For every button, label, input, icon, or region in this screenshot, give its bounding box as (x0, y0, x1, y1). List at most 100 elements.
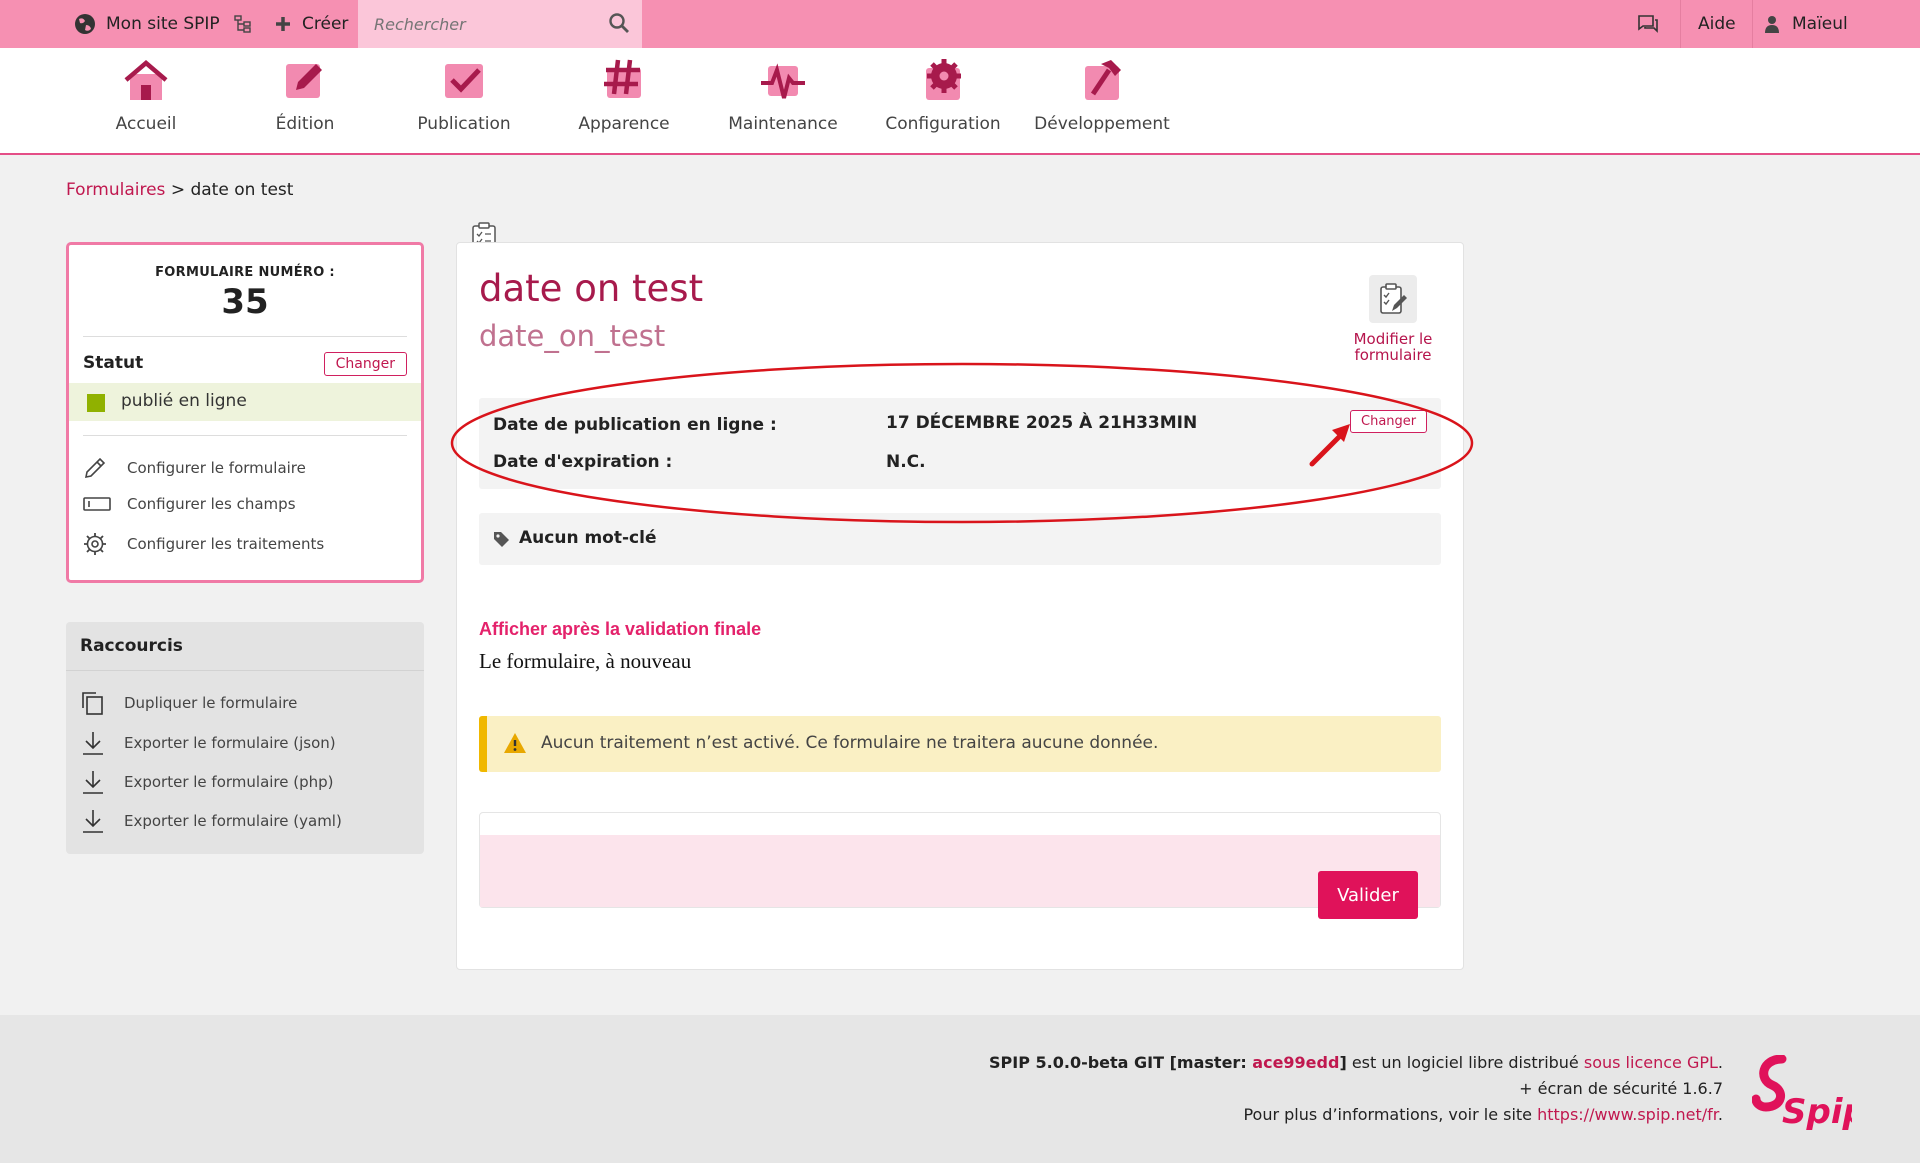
annotation-arrow (1309, 424, 1350, 467)
search-box (358, 0, 642, 48)
duplicate-form-link[interactable]: Dupliquer le formulaire (80, 690, 297, 716)
nav-label: Maintenance (728, 114, 838, 134)
spip-site-link[interactable]: https://www.spip.net/fr (1537, 1105, 1718, 1124)
nav-label: Configuration (885, 114, 1001, 134)
chat-icon (1638, 15, 1658, 33)
page-title: date on test (479, 267, 704, 310)
export-yaml-link[interactable]: Exporter le formulaire (yaml) (80, 808, 342, 834)
configure-form-link[interactable]: Configurer le formulaire (83, 456, 306, 480)
warning-message: Aucun traitement n’est activé. Ce formul… (479, 716, 1441, 772)
export-json-link[interactable]: Exporter le formulaire (json) (80, 730, 336, 756)
help-label: Aide (1698, 14, 1736, 34)
spip-logo-text: Spip (1782, 1092, 1852, 1132)
nav-apparence[interactable]: Apparence (554, 58, 694, 134)
divider (66, 670, 424, 671)
footer-period: . (1717, 1053, 1723, 1072)
form-number: 35 (221, 282, 269, 322)
user-name: Maïeul (1792, 14, 1848, 34)
help-link[interactable]: Aide (1698, 0, 1736, 48)
shortcut-label: Exporter le formulaire (php) (124, 773, 334, 791)
configure-treatments-link[interactable]: Configurer les traitements (83, 532, 324, 556)
separator (1752, 0, 1753, 48)
plus-icon (276, 17, 290, 31)
shortcuts-title: Raccourcis (80, 636, 183, 656)
nav-label: Publication (417, 114, 511, 134)
keywords-text: Aucun mot-clé (519, 528, 657, 548)
site-link[interactable]: Mon site SPIP (74, 0, 220, 48)
nav-configuration[interactable]: Configuration (873, 58, 1013, 134)
field-icon (83, 497, 111, 511)
edit-form-button[interactable]: Modifier le formulaire (1343, 275, 1443, 363)
tag-icon (494, 532, 509, 547)
license-link[interactable]: sous licence GPL (1584, 1053, 1718, 1072)
nav-developpement[interactable]: Développement (1032, 58, 1172, 134)
footer: SPIP 5.0.0-beta GIT [master: ace99edd] e… (0, 1015, 1920, 1163)
shortcuts-box: Raccourcis Dupliquer le formulaire Expor… (66, 622, 424, 854)
divider (83, 336, 407, 337)
status-value: publié en ligne (121, 391, 247, 411)
hash-icon (604, 59, 641, 98)
search-input[interactable] (372, 12, 602, 36)
search-button[interactable] (608, 12, 630, 38)
after-validation-text: Le formulaire, à nouveau (479, 649, 692, 673)
main-content: date on test date_on_test Modifier le fo… (456, 242, 1464, 970)
warning-text: Aucun traitement n’est activé. Ce formul… (541, 733, 1159, 753)
download-icon (83, 732, 103, 755)
edit-form-label: Modifier le formulaire (1353, 330, 1433, 364)
main-navigation: Accueil Édition Publication Apparence Ma… (0, 48, 1920, 155)
footer-more-text: Pour plus d’informations, voir le site (1243, 1105, 1538, 1124)
gear-icon (84, 533, 106, 555)
nav-edition[interactable]: Édition (235, 58, 375, 134)
breadcrumb-separator: > (170, 180, 186, 200)
pulse-icon (761, 63, 805, 99)
nav-accueil[interactable]: Accueil (76, 58, 216, 134)
footer-security: + écran de sécurité 1.6.7 (1519, 1079, 1723, 1098)
form-info-box: FORMULAIRE NUMÉRO : 35 Statut Changer pu… (66, 242, 424, 583)
download-icon (83, 771, 103, 794)
breadcrumb-formulaires[interactable]: Formulaires (66, 180, 165, 200)
globe-icon (75, 14, 95, 34)
create-label: Créer (302, 14, 349, 34)
separator (1680, 0, 1681, 48)
shortcut-label: Exporter le formulaire (json) (124, 734, 336, 752)
create-button[interactable]: Créer (274, 0, 348, 48)
nav-label: Apparence (578, 114, 670, 134)
top-bar: Mon site SPIP Créer Aide (0, 0, 1920, 48)
site-name: Mon site SPIP (106, 14, 220, 34)
form-preview: Valider (479, 812, 1441, 919)
status-change-button[interactable]: Changer (323, 352, 407, 376)
search-icon (609, 13, 629, 33)
footer-more-info: Pour plus d’informations, voir le site h… (1243, 1105, 1723, 1124)
hammer-icon (1085, 60, 1121, 100)
nav-maintenance[interactable]: Maintenance (713, 58, 853, 134)
form-actions-area: Valider (480, 835, 1440, 919)
breadcrumb: Formulaires > date on test (66, 180, 293, 200)
user-menu[interactable]: Maïeul (1764, 0, 1848, 48)
footer-version-prefix: SPIP 5.0.0-beta GIT [master: (989, 1053, 1253, 1072)
export-php-link[interactable]: Exporter le formulaire (php) (80, 769, 334, 795)
link-label: Configurer les champs (127, 495, 296, 513)
submit-button[interactable]: Valider (1318, 871, 1418, 919)
form-identifier: date_on_test (479, 319, 666, 353)
nav-publication[interactable]: Publication (394, 58, 534, 134)
spip-logo: Spip (1752, 1055, 1852, 1132)
status-label: Statut (83, 353, 144, 373)
nav-label: Développement (1034, 114, 1170, 134)
configure-fields-link[interactable]: Configurer les champs (83, 495, 296, 513)
duplicate-icon (82, 692, 103, 715)
check-icon (445, 64, 483, 98)
edit-form-icon (1380, 283, 1407, 314)
divider (83, 435, 407, 436)
footer-distributed: est un logiciel libre distribué (1346, 1053, 1584, 1072)
edit-form-icon-box (1369, 275, 1417, 323)
sitemap-button[interactable] (234, 0, 252, 48)
shortcut-label: Dupliquer le formulaire (124, 694, 298, 712)
home-icon (124, 60, 168, 100)
form-number-label: FORMULAIRE NUMÉRO : (155, 265, 335, 280)
nav-label: Édition (275, 114, 335, 134)
messages-button[interactable] (1638, 0, 1658, 48)
status-square (87, 394, 105, 412)
link-label: Configurer le formulaire (127, 459, 306, 477)
edit-icon (286, 64, 322, 98)
commit-link[interactable]: ace99edd (1252, 1053, 1339, 1072)
